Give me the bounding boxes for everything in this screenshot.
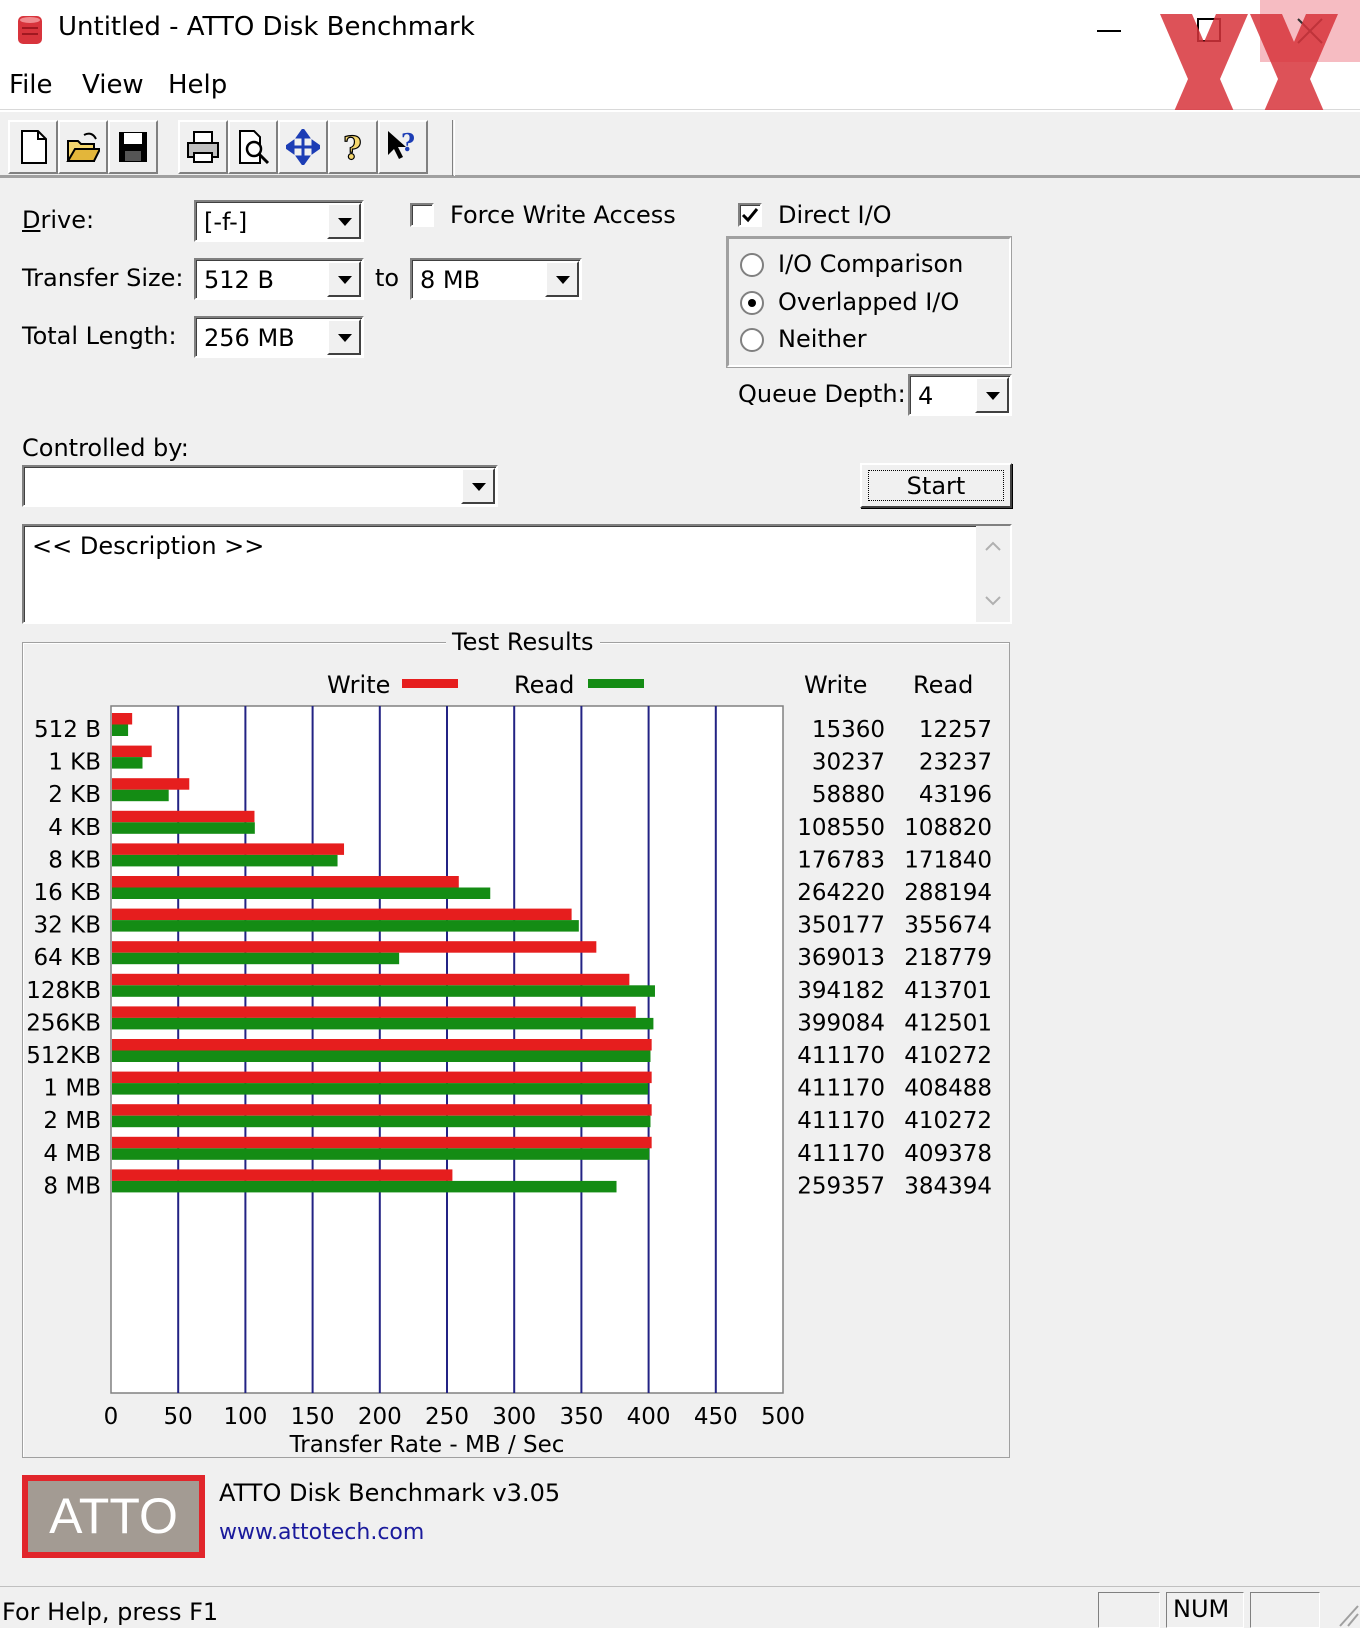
drive-value: [-f-] xyxy=(204,208,248,236)
start-label: Start xyxy=(906,472,966,500)
transfer-size-to-value: 8 MB xyxy=(420,266,481,294)
total-length-value: 256 MB xyxy=(204,324,295,352)
atto-logo: ATTO xyxy=(22,1475,205,1558)
table-header-write: Write xyxy=(804,671,868,699)
help-button[interactable]: ? xyxy=(328,120,378,174)
print-button[interactable] xyxy=(178,120,228,174)
overlapped-io-radio[interactable] xyxy=(740,291,764,315)
toolbar-separator xyxy=(452,120,455,176)
radio-selected-dot xyxy=(748,299,756,307)
menu-bar: File View Help xyxy=(0,62,1360,110)
test-results-group xyxy=(22,642,1010,1458)
transfer-from-dropdown-button[interactable] xyxy=(327,261,361,297)
transfer-to-dropdown-button[interactable] xyxy=(545,261,579,297)
drive-label: Drive: xyxy=(22,206,95,234)
chevron-down-icon xyxy=(986,392,1000,400)
minimize-icon xyxy=(1097,30,1121,32)
queue-depth-label: Queue Depth: xyxy=(738,380,906,408)
neither-label: Neither xyxy=(778,325,867,353)
save-button[interactable] xyxy=(108,120,158,174)
direct-io-checkbox[interactable] xyxy=(738,203,762,227)
description-textarea[interactable]: << Description >> xyxy=(22,524,1012,624)
svg-text:?: ? xyxy=(343,129,362,165)
new-icon xyxy=(21,130,47,164)
open-icon xyxy=(66,132,100,162)
status-panel-num: NUM xyxy=(1166,1592,1244,1628)
controlled-by-dropdown-button[interactable] xyxy=(461,468,495,504)
force-write-label: Force Write Access xyxy=(450,201,676,229)
app-icon xyxy=(18,16,42,44)
print-preview-button[interactable] xyxy=(228,120,278,174)
drive-select[interactable]: [-f-] xyxy=(194,200,364,242)
menu-view[interactable]: View xyxy=(82,70,144,100)
svg-text:?: ? xyxy=(401,129,415,157)
controlled-by-select[interactable] xyxy=(22,465,498,507)
menu-help[interactable]: Help xyxy=(168,70,227,100)
to-label: to xyxy=(375,264,400,292)
status-panel-caps xyxy=(1098,1592,1160,1628)
legend-read-swatch xyxy=(588,679,644,688)
total-length-select[interactable]: 256 MB xyxy=(194,316,364,358)
table-header-read: Read xyxy=(913,671,974,699)
title-bar: Untitled - ATTO Disk Benchmark xyxy=(0,0,1360,62)
print-preview-icon xyxy=(239,130,270,165)
queue-depth-dropdown-button[interactable] xyxy=(975,377,1009,413)
total-length-label: Total Length: xyxy=(22,322,177,350)
version-text: ATTO Disk Benchmark v3.05 xyxy=(219,1479,561,1507)
help-icon: ? xyxy=(342,129,362,165)
total-length-dropdown-button[interactable] xyxy=(327,319,361,355)
direct-io-label: Direct I/O xyxy=(778,201,892,229)
start-button[interactable]: Start xyxy=(860,463,1012,508)
context-help-button[interactable]: ? xyxy=(378,120,428,174)
chevron-down-icon xyxy=(472,483,486,491)
context-help-icon: ? xyxy=(388,129,415,159)
scroll-down-icon xyxy=(985,596,1001,606)
io-comparison-radio[interactable] xyxy=(740,253,764,277)
queue-depth-select[interactable]: 4 xyxy=(908,374,1012,416)
window-title: Untitled - ATTO Disk Benchmark xyxy=(58,12,475,42)
minimize-button[interactable] xyxy=(1060,0,1160,62)
website-link[interactable]: www.attotech.com xyxy=(219,1520,424,1545)
drive-dropdown-button[interactable] xyxy=(327,203,361,239)
overlapped-io-label: Overlapped I/O xyxy=(778,288,960,316)
resize-grip-icon[interactable] xyxy=(1336,1600,1360,1628)
toolbar: ? ? xyxy=(0,110,1360,178)
controlled-by-label: Controlled by: xyxy=(22,434,189,462)
force-write-checkbox[interactable] xyxy=(410,203,434,227)
legend-read-label: Read xyxy=(514,671,575,699)
move-icon xyxy=(286,129,320,165)
transfer-size-to-select[interactable]: 8 MB xyxy=(410,258,582,300)
chevron-down-icon xyxy=(556,276,570,284)
status-panel-scroll xyxy=(1250,1592,1320,1628)
save-icon xyxy=(119,132,147,162)
checkmark-icon xyxy=(741,208,759,223)
legend-write-label: Write xyxy=(327,671,391,699)
chevron-down-icon xyxy=(338,334,352,342)
menu-file[interactable]: File xyxy=(9,70,53,100)
legend-write-swatch xyxy=(402,679,458,688)
test-results-title: Test Results xyxy=(446,628,600,656)
neither-radio[interactable] xyxy=(740,328,764,352)
status-help-text: For Help, press F1 xyxy=(2,1598,219,1626)
new-button[interactable] xyxy=(8,120,58,174)
chevron-down-icon xyxy=(338,276,352,284)
description-scrollbar[interactable] xyxy=(976,526,1010,622)
io-comparison-label: I/O Comparison xyxy=(778,250,964,278)
transfer-size-from-select[interactable]: 512 B xyxy=(194,258,364,300)
transfer-size-label: Transfer Size: xyxy=(22,264,184,292)
move-button[interactable] xyxy=(278,120,328,174)
scroll-up-icon xyxy=(985,541,1001,551)
description-text: << Description >> xyxy=(32,532,265,560)
queue-depth-value: 4 xyxy=(918,382,934,410)
transfer-size-from-value: 512 B xyxy=(204,266,274,294)
print-icon xyxy=(187,131,219,163)
atto-logo-text: ATTO xyxy=(28,1481,199,1552)
chevron-down-icon xyxy=(338,218,352,226)
open-button[interactable] xyxy=(58,120,108,174)
